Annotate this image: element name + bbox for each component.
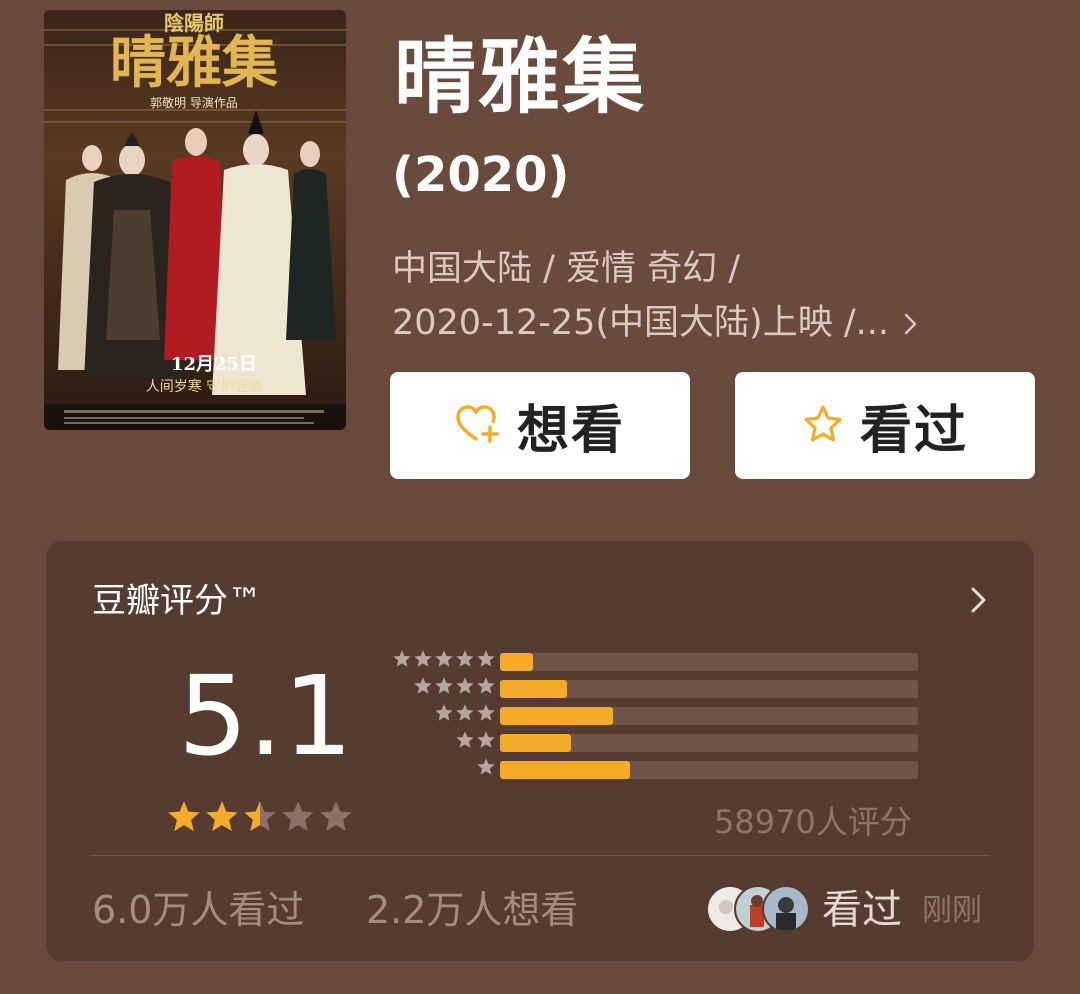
- friend-action-time: 刚刚: [922, 893, 982, 928]
- rating-bar-1-star: [376, 757, 936, 779]
- rating-star-icon: [206, 801, 238, 831]
- friend-avatars[interactable]: [706, 885, 816, 933]
- watched-button[interactable]: 看过: [735, 372, 1035, 479]
- rating-stars: [166, 799, 354, 835]
- divider: [90, 855, 990, 856]
- rating-bar-stars: [392, 649, 496, 669]
- rating-bar-4-star: [376, 676, 936, 698]
- small-star-icon: [477, 650, 495, 667]
- want-to-watch-button[interactable]: 想看: [390, 372, 690, 479]
- rating-bar-fill: [500, 707, 613, 725]
- rating-bar-3-star: [376, 703, 936, 725]
- rating-card: 豆瓣评分™ 5.1 58970人评分 6.0万人看过 2.2万人想看 看过 刚刚: [46, 541, 1034, 961]
- watched-count[interactable]: 6.0万人看过: [92, 885, 304, 935]
- small-star-icon: [435, 650, 453, 667]
- rating-bar-fill: [500, 653, 534, 671]
- want-to-watch-label: 想看: [516, 401, 625, 461]
- small-star-icon: [414, 650, 432, 667]
- rating-bar-stars: [434, 703, 496, 723]
- rating-bar-5-star: [376, 649, 936, 671]
- rating-star-icon: [244, 801, 276, 831]
- small-star-icon: [456, 677, 474, 694]
- small-star-icon: [477, 704, 495, 721]
- rating-bar-track: [500, 761, 918, 779]
- poster-tagline-text: 人间岁寒 守护温暖: [146, 378, 262, 395]
- small-star-icon: [477, 677, 495, 694]
- small-star-icon: [477, 731, 495, 748]
- avatar: [762, 885, 810, 933]
- rating-card-title: 豆瓣评分™: [92, 581, 262, 621]
- small-star-icon: [393, 650, 411, 667]
- rating-bar-fill: [500, 761, 630, 779]
- rating-bar-track: [500, 734, 918, 752]
- small-star-icon: [456, 731, 474, 748]
- movie-meta-line1: 中国大陆 / 爱情 奇幻 /: [392, 249, 741, 289]
- wish-count[interactable]: 2.2万人想看: [366, 885, 578, 935]
- movie-meta-line2[interactable]: 2020-12-25(中国大陆)上映 /...: [392, 298, 920, 348]
- rating-bar-track: [500, 707, 918, 725]
- rating-bar-stars: [476, 757, 496, 777]
- movie-title: 晴雅集: [394, 30, 647, 125]
- small-star-icon: [435, 677, 453, 694]
- watched-label: 看过: [859, 401, 968, 461]
- rating-count: 58970人评分: [714, 803, 912, 841]
- star-outline-icon: [802, 403, 844, 449]
- rating-bar-stars: [413, 676, 496, 696]
- small-star-icon: [435, 704, 453, 721]
- small-star-icon: [477, 758, 495, 775]
- movie-poster[interactable]: 陰陽師 晴雅集 郭敬明 导演作品 12月25日 人间岁寒 守护温暖: [44, 10, 346, 430]
- small-star-icon: [456, 650, 474, 667]
- rating-star-icon: [282, 801, 314, 831]
- rating-bar-stars: [455, 730, 496, 750]
- poster-date-text: 12月25日: [171, 354, 257, 375]
- poster-image: 陰陽師 晴雅集 郭敬明 导演作品 12月25日 人间岁寒 守护温暖: [44, 10, 346, 430]
- heart-plus-icon: [455, 403, 501, 449]
- movie-year: (2020): [392, 147, 570, 203]
- rating-bar-fill: [500, 680, 567, 698]
- small-star-icon: [456, 704, 474, 721]
- rating-bar-2-star: [376, 730, 936, 752]
- rating-bar-track: [500, 680, 918, 698]
- rating-bar-track: [500, 653, 918, 671]
- poster-title-text: 晴雅集: [110, 30, 278, 96]
- poster-director-text: 郭敬明 导演作品: [150, 95, 238, 110]
- rating-bar-fill: [500, 734, 572, 752]
- chevron-right-icon: [900, 303, 920, 343]
- movie-meta-line2-text: 2020-12-25(中国大陆)上映 /...: [392, 303, 890, 343]
- chevron-right-icon[interactable]: [968, 583, 990, 621]
- rating-score: 5.1: [178, 652, 353, 780]
- rating-star-icon: [168, 801, 200, 831]
- small-star-icon: [414, 677, 432, 694]
- rating-star-icon: [320, 801, 352, 831]
- friend-action-label: 看过: [822, 887, 902, 933]
